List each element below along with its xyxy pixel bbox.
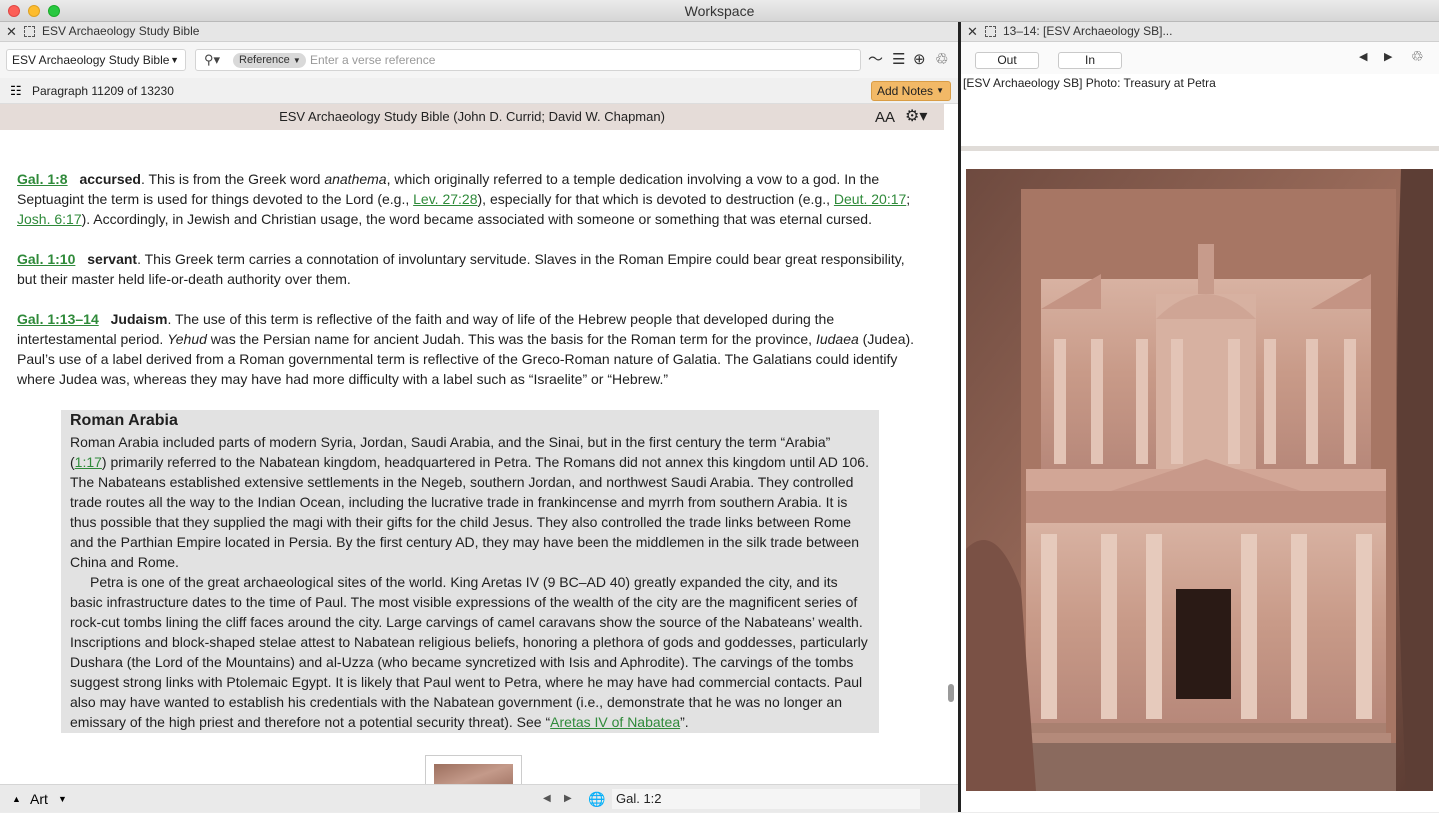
note-reference-link[interactable]: Gal. 1:10 <box>17 251 75 267</box>
note-reference-link[interactable]: Gal. 1:8 <box>17 171 68 187</box>
paragraph-indicator: Paragraph 11209 of 13230 <box>32 84 174 98</box>
link-set-icon[interactable]: ♲ <box>1411 48 1424 65</box>
globe-icon[interactable]: 🌐 <box>588 785 605 813</box>
visual-filter-icon[interactable]: 〜 <box>868 50 883 70</box>
resource-selector[interactable]: ESV Archaeology Study Bible ▼ <box>6 49 186 71</box>
close-panel-icon[interactable]: ✕ <box>967 22 978 41</box>
add-notes-label: Add Notes <box>877 84 934 98</box>
close-panel-icon[interactable]: ✕ <box>6 22 17 41</box>
search-mode-label: Reference <box>239 54 290 66</box>
study-note: Gal. 1:8 accursed. This is from the Gree… <box>17 169 927 229</box>
cross-reference-link[interactable]: Lev. 27:28 <box>413 191 477 207</box>
panel-tab[interactable]: ✕ 13–14: [ESV Archaeology SB]... <box>961 22 1439 42</box>
resource-content: Gal. 1:8 accursed. This is from the Gree… <box>0 130 944 784</box>
note-text: ), especially for that which is devoted … <box>477 191 834 207</box>
paragraph-text: ) primarily referred to the Nabatean kin… <box>70 454 869 570</box>
cross-reference-link[interactable]: Josh. 6:17 <box>17 211 82 227</box>
study-note: Gal. 1:13–14 Judaism. The use of this te… <box>17 309 927 389</box>
note-text-italic: Iudaea <box>815 331 859 347</box>
scrollbar-thumb[interactable] <box>948 684 954 702</box>
search-icon[interactable]: ⚲▾ <box>204 52 220 68</box>
gear-icon[interactable]: ⚙▾ <box>905 104 927 130</box>
treasury-thumbnail-image <box>434 764 513 784</box>
info-bar: ☷ Paragraph 11209 of 13230 Add Notes ▼ <box>0 78 958 104</box>
sidebar-article-paragraph: Roman Arabia included parts of modern Sy… <box>70 432 870 572</box>
panel-tab-title: ESV Archaeology Study Bible <box>42 24 200 38</box>
panel-tab-title: 13–14: [ESV Archaeology SB]... <box>1003 24 1173 38</box>
previous-arrow-icon[interactable]: ◀ <box>1359 50 1367 63</box>
note-term: Judaism <box>110 311 168 327</box>
current-verse-field[interactable]: Gal. 1:2 <box>612 789 920 809</box>
resource-header-title: ESV Archaeology Study Bible (John D. Cur… <box>279 109 665 124</box>
caret-down-icon: ▼ <box>936 86 944 95</box>
resource-header: ESV Archaeology Study Bible (John D. Cur… <box>0 104 944 130</box>
cross-reference-link[interactable]: 1:17 <box>75 454 102 470</box>
expand-panel-icon[interactable] <box>24 26 35 37</box>
resource-toolbar: ESV Archaeology Study Bible ▼ ⚲▾ Referen… <box>0 42 958 78</box>
panel-tab[interactable]: ✕ ESV Archaeology Study Bible <box>0 22 958 42</box>
add-circle-icon[interactable]: ⊕ <box>913 50 926 70</box>
window-close-button[interactable] <box>8 5 20 17</box>
zoom-out-button[interactable]: Out <box>975 52 1039 69</box>
paragraph-text: ”. <box>680 714 689 730</box>
paragraph-text: Petra is one of the great archaeological… <box>70 574 868 730</box>
font-size-icon[interactable]: AA <box>875 105 895 131</box>
sidebar-article-title: Roman Arabia <box>70 412 178 429</box>
note-term: accursed <box>79 171 141 187</box>
note-reference-link[interactable]: Gal. 1:13–14 <box>17 311 99 327</box>
reference-search-box: ⚲▾ Reference ▼ <box>195 49 861 71</box>
treasury-at-petra-photo <box>966 169 1433 791</box>
forward-arrow-icon[interactable]: ▶ <box>564 785 572 813</box>
text-format-icon[interactable]: ☰ <box>892 50 905 70</box>
zoom-in-button[interactable]: In <box>1058 52 1122 69</box>
resource-panel: ✕ ESV Archaeology Study Bible ESV Archae… <box>0 22 958 812</box>
chevron-up-icon[interactable]: ▲ <box>12 785 21 813</box>
window-minimize-button[interactable] <box>28 5 40 17</box>
window-title: Workspace <box>684 3 755 19</box>
title-bar: Workspace <box>0 0 1439 22</box>
search-mode-pill[interactable]: Reference ▼ <box>233 53 306 68</box>
media-viewer-panel: ✕ 13–14: [ESV Archaeology SB]... Out In … <box>961 22 1439 812</box>
article-link[interactable]: Aretas IV of Nabatea <box>550 714 680 730</box>
list-icon[interactable]: ☷ <box>10 78 22 104</box>
caret-down-icon: ▼ <box>170 55 179 65</box>
sidebar-article-paragraph: Petra is one of the great archaeological… <box>70 572 870 732</box>
add-notes-button[interactable]: Add Notes ▼ <box>871 81 951 101</box>
note-text-italic: anathema <box>324 171 387 187</box>
note-text-italic: Yehud <box>167 331 207 347</box>
verse-reference-input[interactable] <box>310 52 850 68</box>
petra-photo-illustration <box>966 169 1433 791</box>
caption-separator[interactable] <box>961 146 1439 151</box>
window-maximize-button[interactable] <box>48 5 60 17</box>
note-text: ). Accordingly, in Jewish and Christian … <box>81 211 872 227</box>
viewer-toolbar: Out In ◀ ▶ ♲ <box>961 42 1439 74</box>
study-note: Gal. 1:10 servant. This Greek term carri… <box>17 249 927 289</box>
back-arrow-icon[interactable]: ◀ <box>543 785 551 813</box>
media-selector[interactable]: Art <box>30 785 48 813</box>
note-text: . This is from the Greek word <box>140 171 325 187</box>
note-text: . This Greek term carries a connotation … <box>17 251 905 287</box>
sidebar-article-box: Roman Arabia Roman Arabia included parts… <box>61 410 879 733</box>
bottom-bar: ▲ Art ▼ ◀ ▶ 🌐 Gal. 1:2 <box>0 784 958 812</box>
caret-down-icon: ▼ <box>292 56 301 65</box>
image-caption: [ESV Archaeology SB] Photo: Treasury at … <box>963 76 1216 90</box>
app-window: Workspace ✕ ESV Archaeology Study Bible … <box>0 0 1439 812</box>
caret-down-icon[interactable]: ▼ <box>58 785 67 813</box>
next-arrow-icon[interactable]: ▶ <box>1384 50 1392 63</box>
note-text: ; <box>906 191 911 207</box>
cross-reference-link[interactable]: Deut. 20:17 <box>834 191 906 207</box>
resource-selector-label: ESV Archaeology Study Bible <box>12 53 170 67</box>
link-set-icon[interactable]: ♲ <box>935 50 948 70</box>
image-thumbnail[interactable] <box>425 755 522 784</box>
note-text: was the Persian name for ancient Judah. … <box>206 331 816 347</box>
note-term: servant <box>87 251 138 267</box>
expand-panel-icon[interactable] <box>985 26 996 37</box>
